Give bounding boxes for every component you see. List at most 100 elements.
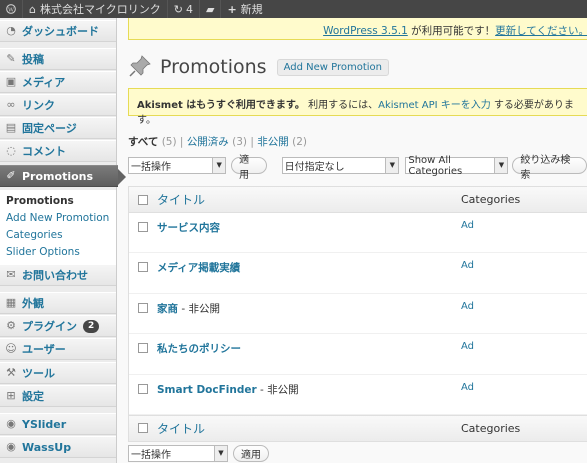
add-new-promotion-button[interactable]: Add New Promotion [276,58,389,76]
update-notice-text: が利用可能です！ [407,25,496,37]
row-category-link[interactable]: Ad [461,301,474,312]
row-post-state: - 非公開 [256,383,299,396]
filter-private[interactable]: 非公開 [257,136,289,148]
menu-comments[interactable]: ◌ コメント [0,140,116,162]
updates-link[interactable]: ↻ 4 [168,0,199,18]
column-categories-footer: Categories [461,421,521,435]
column-categories-header: Categories [461,193,521,206]
wassup-icon: ◉ [6,440,16,453]
site-name-link[interactable]: ⌂ 株式会社マイクロリンク [23,0,167,18]
menu-pages[interactable]: ▤ 固定ページ [0,117,116,139]
column-title-header[interactable]: タイトル [157,191,461,208]
akismet-api-key-link[interactable]: Akismet API キーを入力 [378,100,491,111]
bulk-action-value: 一括操作 [131,450,171,461]
filter-published[interactable]: 公開済み [187,136,229,148]
links-icon: ∞ [6,98,16,111]
row-category-link[interactable]: Ad [461,220,474,231]
category-filter-select[interactable]: Show All Categories ▼ [405,154,509,177]
date-filter-select[interactable]: 日付指定なし ▼ [281,157,400,174]
column-title-footer[interactable]: タイトル [157,420,461,437]
menu-wassup[interactable]: ◉ WassUp [0,436,116,458]
menu-promotions[interactable]: ✐ Promotions [0,165,126,187]
filter-all-count: (5) [161,136,177,148]
appearance-icon: ▦ [5,296,17,309]
table-row: 私たちのポリシー Ad [129,334,587,375]
admin-bar: W ⌂ 株式会社マイクロリンク ↻ 4 ▰ + 新規 [0,0,587,18]
menu-label: 固定ページ [22,122,77,135]
row-title-link[interactable]: 私たちのポリシー [157,343,241,355]
bottom-tablenav: 一括操作 ▼ 適用 [128,445,269,462]
menu-label: コメント [22,145,66,158]
row-checkbox[interactable] [129,343,157,354]
menu-settings[interactable]: ⊞ 設定 [0,385,116,407]
akismet-notice-text: 利用するには、 [304,100,379,111]
menu-label: 投稿 [22,53,44,66]
new-content-link[interactable]: + 新規 [221,0,268,18]
menu-users[interactable]: ☺ ユーザー [0,338,116,360]
page-header: Promotions Add New Promotion [128,54,389,80]
top-tablenav: 一括操作 ▼ 適用 日付指定なし ▼ Show All Categories ▼… [128,154,587,181]
submenu-categories[interactable]: Categories [0,227,116,244]
table-header: タイトル Categories [129,187,587,213]
row-title-link[interactable]: Smart DocFinder [157,384,257,396]
site-name-label: 株式会社マイクロリンク [39,3,161,16]
menu-tools[interactable]: ⚒ ツール [0,362,116,384]
menu-label: WassUp [22,440,72,454]
apply-button-bottom[interactable]: 適用 [233,445,269,462]
wordpress-logo-icon[interactable]: W [0,0,22,18]
submenu-promotions[interactable]: Promotions [0,193,116,210]
row-checkbox[interactable] [129,262,157,273]
comments-icon: ◌ [6,144,16,157]
submenu-add-new-promotion[interactable]: Add New Promotion [0,210,116,227]
wordpress-version-link[interactable]: WordPress 3.5.1 [323,25,408,37]
table-row: メディア掲載実績 Ad [129,253,587,294]
filter-published-count: (3) [232,136,248,148]
bulk-action-select-bottom[interactable]: 一括操作 ▼ [128,445,228,462]
row-category-link[interactable]: Ad [461,341,474,352]
menu-media[interactable]: ▣ メディア [0,71,116,93]
filter-all[interactable]: すべて [128,136,158,148]
menu-posts[interactable]: ✎ 投稿 [0,48,116,70]
comments-link[interactable]: ▰ [200,0,220,18]
bulk-action-select[interactable]: 一括操作 ▼ [128,157,227,174]
contact-icon: ✉ [6,268,16,281]
menu-yslider[interactable]: ◉ YSlider [0,413,116,435]
row-checkbox[interactable] [129,222,157,232]
update-now-link[interactable]: 更新してください。 [495,25,587,37]
category-filter-value: Show All Categories [408,154,463,177]
status-filter-links: すべて (5) | 公開済み (3) | 非公開 (2) [128,136,307,148]
menu-label: ユーザー [22,343,66,356]
select-all-checkbox[interactable] [129,194,157,205]
users-icon: ☺ [5,342,17,355]
plus-icon: + [227,2,237,16]
row-category-link[interactable]: Ad [461,382,474,393]
row-checkbox[interactable] [129,383,157,394]
svg-text:W: W [8,8,14,14]
menu-label: メディア [22,76,66,89]
menu-label: YSlider [22,417,67,431]
menu-appearance[interactable]: ▦ 外観 [0,292,116,314]
yslider-icon: ◉ [6,417,16,430]
submenu-slider-options[interactable]: Slider Options [0,244,116,261]
page-title: Promotions [160,56,267,78]
select-all-checkbox-footer[interactable] [129,423,157,434]
media-icon: ▣ [5,75,17,88]
menu-links[interactable]: ∞ リンク [0,94,116,116]
row-checkbox[interactable] [129,302,157,313]
dropdown-arrow-icon: ▼ [385,158,399,173]
row-title-link[interactable]: サービス内容 [157,222,220,234]
row-title-link[interactable]: 家商 [157,303,178,315]
apply-button[interactable]: 適用 [231,155,267,181]
row-title-link[interactable]: メディア掲載実績 [157,262,240,274]
promotions-submenu: Promotions Add New Promotion Categories … [0,190,116,265]
menu-contact[interactable]: ✉ お問い合わせ [0,264,116,286]
menu-dashboard[interactable]: ◔ ダッシュボード [0,20,116,42]
dropdown-arrow-icon: ▼ [494,158,508,173]
menu-plugins[interactable]: ⚙ プラグイン 2 [0,315,116,337]
new-label: 新規 [240,3,263,16]
updates-icon: ↻ [173,2,183,16]
comment-bubble-icon: ▰ [205,2,215,16]
dropdown-arrow-icon: ▼ [212,158,226,173]
row-category-link[interactable]: Ad [461,260,474,271]
filter-button[interactable]: 絞り込み検索 [512,155,587,181]
